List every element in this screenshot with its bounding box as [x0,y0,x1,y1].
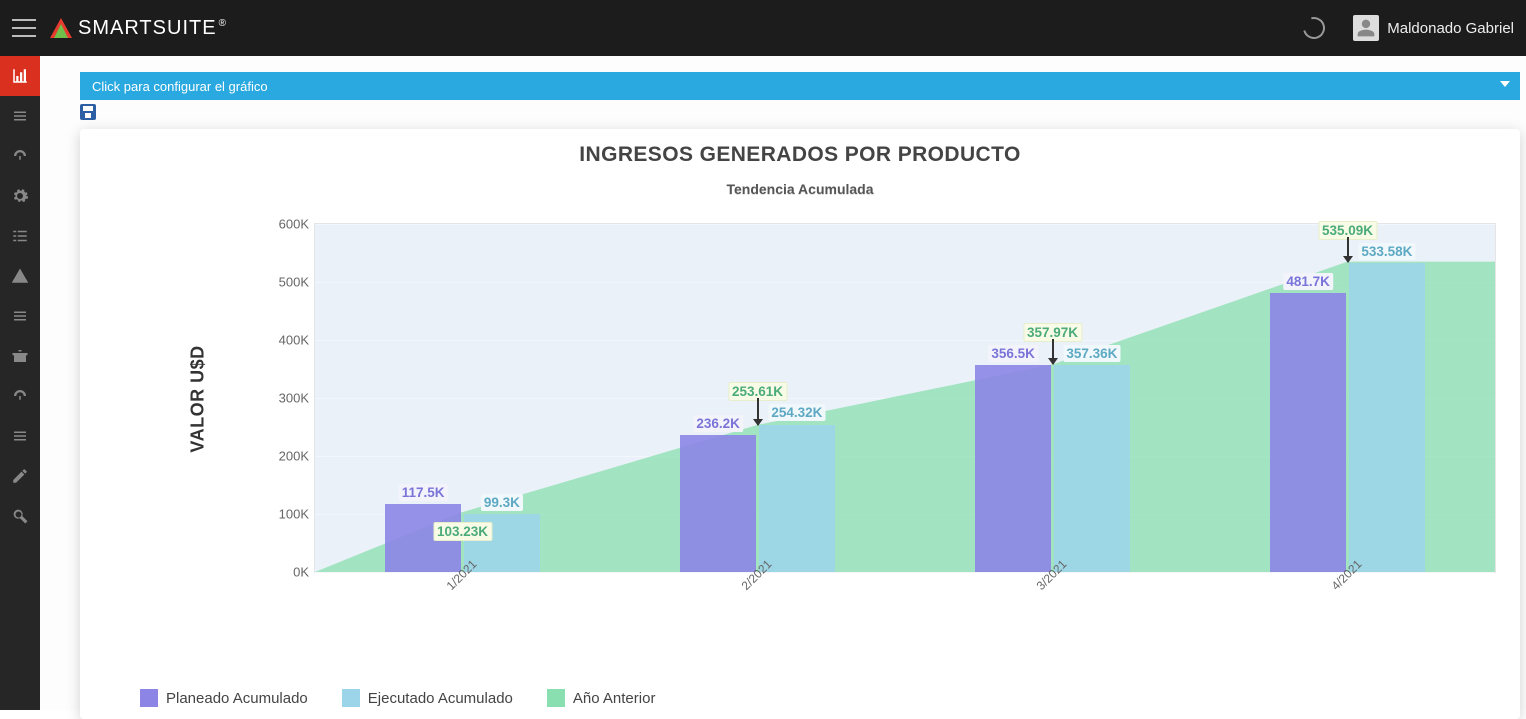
sidebar-item-dashboard[interactable] [0,136,40,176]
logo-triangle-icon [50,18,72,38]
chart-plot: 0K100K200K300K400K500K600K117.5K236.2K35… [184,223,1496,613]
bar-exec[interactable] [1349,263,1426,572]
data-label-plan: 356.5K [988,345,1038,362]
legend-swatch-icon [342,689,360,707]
y-tick: 100K [279,507,309,522]
data-label-exec: 254.32K [768,404,825,421]
legend-item-plan[interactable]: Planeado Acumulado [140,689,308,707]
config-chart-bar[interactable]: Click para configurar el gráfico [80,72,1520,100]
data-label-exec: 99.3K [481,494,523,511]
sidebar-item-list-3[interactable] [0,296,40,336]
bar-plan[interactable] [680,435,757,572]
data-label-exec: 357.36K [1063,345,1120,362]
sidebar-item-gauge[interactable] [0,376,40,416]
legend-label: Año Anterior [573,690,656,707]
callout-arrow-icon [1347,237,1349,262]
sidebar-item-briefcase[interactable] [0,336,40,376]
refresh-icon[interactable] [1299,13,1329,43]
y-tick: 500K [279,275,309,290]
brand-text: SMARTSUITE® [78,17,227,40]
brand-logo[interactable]: SMARTSUITE® [50,17,227,40]
y-tick: 200K [279,449,309,464]
y-tick: 400K [279,333,309,348]
legend-swatch-icon [547,689,565,707]
sidebar-item-list-1[interactable] [0,96,40,136]
bar-plan[interactable] [975,365,1052,572]
data-label-plan: 236.2K [693,415,743,432]
y-tick: 0K [293,565,309,580]
avatar [1353,15,1379,41]
callout-arrow-icon [757,398,759,424]
y-tick: 300K [279,391,309,406]
legend-label: Ejecutado Acumulado [368,690,513,707]
chevron-down-icon [1500,81,1510,87]
legend-item-prev[interactable]: Año Anterior [547,689,656,707]
sidebar-item-alerts[interactable] [0,256,40,296]
y-tick: 600K [279,217,309,232]
legend: Planeado Acumulado Ejecutado Acumulado A… [140,689,655,707]
sidebar-item-edit[interactable] [0,456,40,496]
x-axis: 1/20212/20213/20214/2021 [314,573,1496,613]
bar-exec[interactable] [1054,365,1131,572]
user-menu[interactable]: Maldonado Gabriel [1353,15,1514,41]
menu-icon[interactable] [12,19,36,37]
callout-arrow-icon [1052,339,1054,365]
data-label-prev: 103.23K [433,522,492,541]
save-icon[interactable] [80,104,96,120]
chart-subtitle: Tendencia Acumulada [104,181,1496,197]
bar-exec[interactable] [759,425,836,573]
legend-item-exec[interactable]: Ejecutado Acumulado [342,689,513,707]
sidebar-item-settings[interactable] [0,176,40,216]
topbar: SMARTSUITE® Maldonado Gabriel [0,0,1526,56]
sidebar-item-wrench[interactable] [0,496,40,536]
legend-swatch-icon [140,689,158,707]
plot-area: 0K100K200K300K400K500K600K117.5K236.2K35… [314,223,1496,573]
main-content: Click para configurar el gráfico INGRESO… [40,56,1526,710]
data-label-exec: 533.58K [1358,243,1415,260]
user-name: Maldonado Gabriel [1387,20,1514,37]
sidebar-item-chart[interactable] [0,56,40,96]
sidebar-item-list-2[interactable] [0,216,40,256]
legend-label: Planeado Acumulado [166,690,308,707]
bar-plan[interactable] [1270,293,1347,572]
data-label-plan: 117.5K [399,484,448,501]
chart-card: INGRESOS GENERADOS POR PRODUCTO Tendenci… [80,129,1520,719]
sidebar-item-list-4[interactable] [0,416,40,456]
config-chart-label: Click para configurar el gráfico [92,79,268,94]
sidebar [0,56,40,710]
chart-title: INGRESOS GENERADOS POR PRODUCTO [104,143,1496,167]
data-label-plan: 481.7K [1283,273,1333,290]
